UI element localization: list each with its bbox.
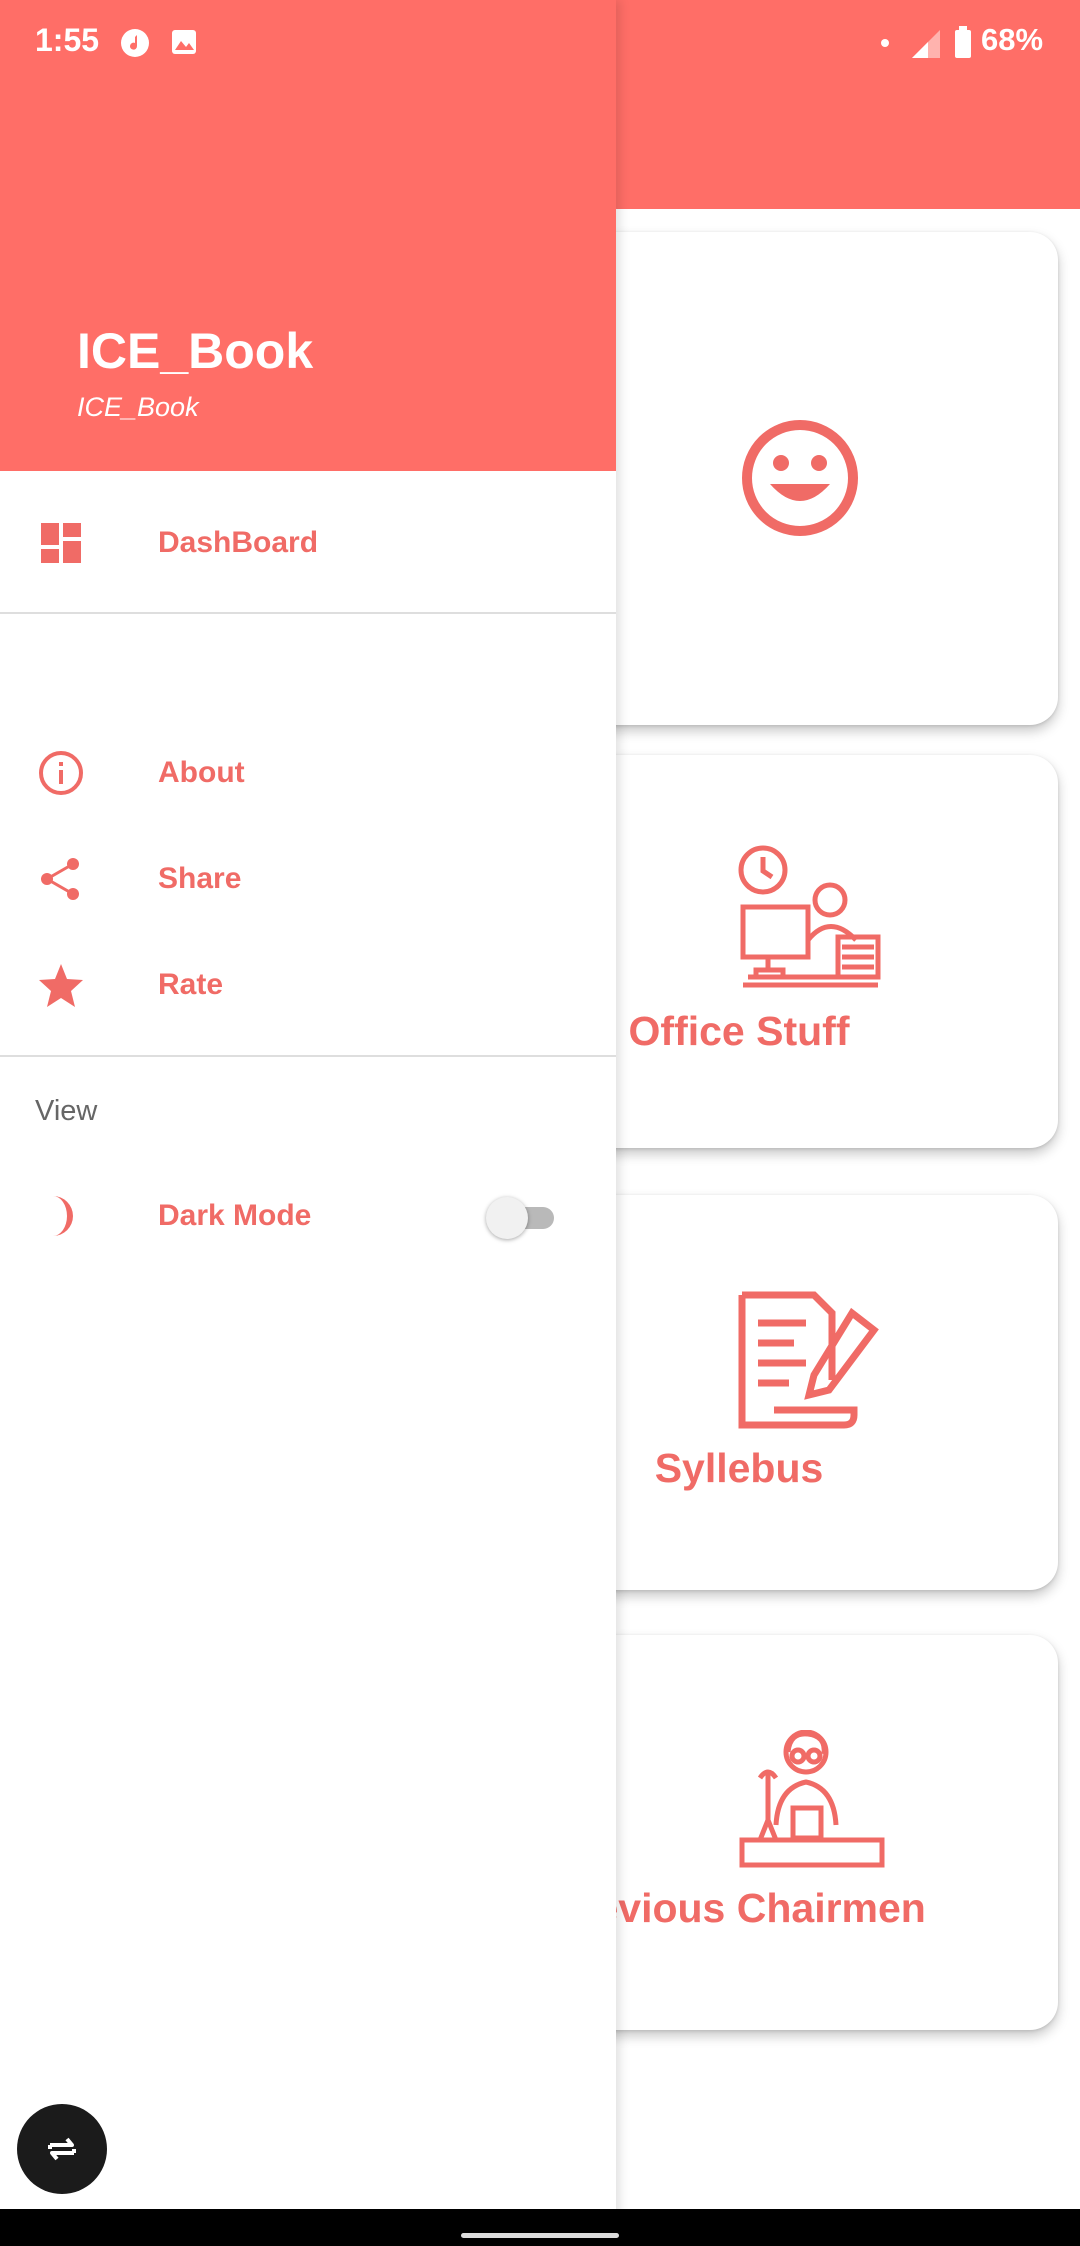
menu-item-label: Share [158, 862, 242, 895]
office-worker-icon [738, 845, 881, 988]
menu-item-label: Dark Mode [158, 1199, 312, 1232]
menu-item-rate[interactable]: Rate [0, 935, 616, 1035]
navigation-drawer: ICE_Book ICE_Book DashBoard About Share [0, 0, 616, 2246]
image-icon [172, 30, 196, 54]
section-label-view: View [35, 1095, 98, 1127]
menu-item-label: About [158, 756, 245, 789]
dot-icon [881, 39, 889, 47]
toggle-thumb [486, 1197, 528, 1239]
divider [0, 612, 616, 614]
share-icon [41, 858, 79, 900]
status-bar: 1:55 68% [0, 0, 1080, 84]
smiley-icon [742, 420, 858, 536]
menu-item-label: DashBoard [158, 526, 319, 559]
system-nav-bar [0, 2209, 1080, 2246]
info-icon [39, 751, 83, 795]
home-gesture-handle[interactable] [461, 2233, 619, 2238]
rotate-icon [48, 2137, 76, 2161]
music-note-icon [121, 29, 149, 57]
battery-percentage: 68% [981, 22, 1044, 57]
rotate-button[interactable] [17, 2104, 107, 2194]
drawer-subtitle: ICE_Book [77, 392, 199, 422]
drawer-title: ICE_Book [77, 323, 314, 379]
signal-icon [912, 30, 940, 58]
menu-item-about[interactable]: About [0, 723, 616, 823]
menu-item-dashboard[interactable]: DashBoard [0, 493, 616, 593]
menu-item-label: Rate [158, 968, 224, 1001]
speaker-podium-icon [739, 1730, 885, 1868]
status-time: 1:55 [35, 22, 100, 58]
divider [0, 1055, 616, 1057]
dark-mode-toggle[interactable] [486, 1197, 558, 1239]
battery-icon [955, 26, 971, 58]
star-icon [39, 964, 83, 1007]
moon-icon [53, 1196, 73, 1236]
menu-item-share[interactable]: Share [0, 829, 616, 929]
dashboard-icon [41, 523, 81, 563]
document-pen-icon [738, 1291, 879, 1429]
